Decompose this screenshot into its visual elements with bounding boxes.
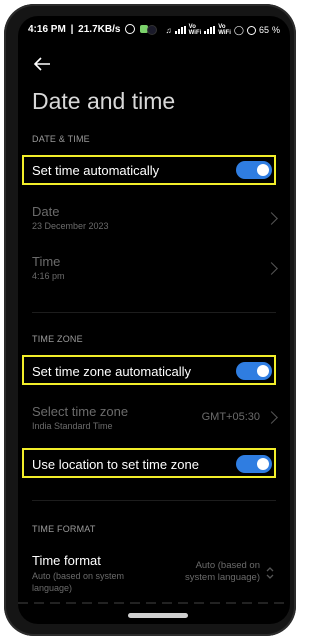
percent-sign: % — [271, 25, 280, 35]
status-bar: 4:16 PM | 21.7KB/s ♫ Vo WiFi Vo WiFi ◯ 65% — [18, 16, 290, 42]
select-time-zone-chevron-icon — [265, 411, 278, 424]
select-time-zone-label[interactable]: Select time zone — [32, 404, 128, 419]
set-time-zone-automatically-label: Set time zone automatically — [32, 364, 191, 379]
phone-frame: 4:16 PM | 21.7KB/s ♫ Vo WiFi Vo WiFi ◯ 65% — [4, 4, 296, 636]
mute-icon: ♫ — [165, 25, 172, 35]
time-format-spinner-icon — [266, 566, 274, 580]
screen: 4:16 PM | 21.7KB/s ♫ Vo WiFi Vo WiFi ◯ 65% — [18, 16, 290, 624]
section-date-time: DATE & TIME — [32, 134, 90, 144]
time-value: 4:16 pm — [32, 271, 65, 281]
time-format-value[interactable]: Auto (based on system language) — [170, 560, 260, 584]
date-value: 23 December 2023 — [32, 221, 109, 231]
set-time-zone-automatically-toggle[interactable] — [236, 362, 272, 380]
select-time-zone-sub: India Standard Time — [32, 421, 113, 431]
set-time-automatically-toggle[interactable] — [236, 161, 272, 179]
page-title: Date and time — [32, 88, 176, 114]
status-speed: 21.7KB/s — [78, 24, 121, 35]
toggle-knob — [257, 365, 269, 377]
time-label[interactable]: Time — [32, 254, 60, 269]
battery-percent: 65 — [258, 25, 269, 35]
divider — [32, 312, 276, 313]
time-format-label[interactable]: Time format — [32, 553, 101, 568]
home-indicator[interactable] — [128, 613, 188, 618]
scroll-edge-fade — [18, 602, 290, 604]
data-saver-icon — [125, 24, 136, 35]
date-chevron-icon — [265, 212, 278, 225]
select-time-zone-value: GMT+05:30 — [201, 411, 260, 423]
divider — [32, 500, 276, 501]
front-camera — [148, 26, 156, 34]
set-time-automatically-label: Set time automatically — [32, 163, 160, 178]
toggle-knob — [257, 164, 269, 176]
signal-icon — [174, 26, 186, 34]
time-chevron-icon — [265, 262, 278, 275]
time-format-sub: Auto (based on system language) — [32, 571, 125, 593]
toggle-knob — [257, 458, 269, 470]
status-time: 4:16 PM — [28, 24, 66, 35]
signal-icon-2 — [204, 26, 216, 34]
app-notification-icon — [139, 25, 148, 34]
status-sep: | — [70, 24, 74, 35]
section-time-zone: TIME ZONE — [32, 334, 83, 344]
status-left: 4:16 PM | 21.7KB/s — [28, 24, 150, 35]
battery-icon — [246, 25, 256, 35]
back-arrow-icon[interactable] — [32, 54, 54, 74]
volte-icon: Vo WiFi — [188, 24, 202, 36]
section-time-format: TIME FORMAT — [32, 524, 96, 534]
date-label[interactable]: Date — [32, 204, 59, 219]
wifi-icon: ◯ — [233, 24, 244, 35]
use-location-label: Use location to set time zone — [32, 457, 199, 472]
volte-icon-2: Vo WiFi — [218, 24, 231, 36]
use-location-toggle[interactable] — [236, 455, 272, 473]
status-right: ♫ Vo WiFi Vo WiFi ◯ 65% — [166, 24, 280, 36]
